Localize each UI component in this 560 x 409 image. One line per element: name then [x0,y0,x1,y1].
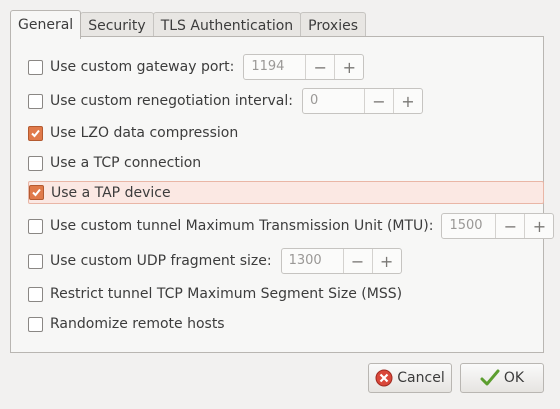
tab-security[interactable]: Security [80,12,154,38]
option-lzo-compression: Use LZO data compression [28,120,238,146]
udp-fragment-checkbox[interactable] [28,253,43,269]
renegotiation-input[interactable]: 0 [303,89,365,113]
ok-button[interactable]: OK [460,363,544,393]
cancel-button[interactable]: Cancel [368,363,452,393]
option-gateway-port: Use custom gateway port: 1194 − + [28,54,365,80]
renegotiation-checkbox[interactable] [28,93,43,109]
gateway-port-stepper[interactable]: 1194 − + [243,54,365,80]
option-restrict-mss: Restrict tunnel TCP Maximum Segment Size… [28,281,402,307]
option-udp-fragment: Use custom UDP fragment size: 1300 − + [28,248,402,274]
renegotiation-decrement-button[interactable]: − [365,89,393,113]
gateway-port-decrement-button[interactable]: − [306,55,334,79]
cancel-label: Cancel [397,370,445,386]
mss-label: Restrict tunnel TCP Maximum Segment Size… [50,286,403,302]
tap-checkbox[interactable] [29,185,44,200]
mtu-checkbox[interactable] [28,218,43,234]
general-panel: Use custom gateway port: 1194 − + Use cu… [10,36,555,353]
udp-fragment-increment-button[interactable]: + [371,249,401,273]
mss-checkbox[interactable] [28,286,43,302]
gateway-port-input[interactable]: 1194 [244,55,307,79]
renegotiation-increment-button[interactable]: + [392,89,422,113]
renegotiation-stepper[interactable]: 0 − + [301,88,423,114]
cancel-icon [375,369,393,387]
option-tcp-connection: Use a TCP connection [28,150,201,176]
randomize-label: Randomize remote hosts [50,316,225,332]
mtu-increment-button[interactable]: + [524,214,553,238]
tab-tls-authentication[interactable]: TLS Authentication [152,12,302,38]
tab-bar: General Security TLS Authentication Prox… [10,10,367,39]
option-randomize-hosts: Randomize remote hosts [28,311,225,337]
mtu-stepper[interactable]: 1500 − + [441,213,555,239]
mtu-input[interactable]: 1500 [442,214,497,238]
checkmark-icon [480,369,500,387]
mtu-label: Use custom tunnel Maximum Transmission U… [50,218,434,234]
option-mtu: Use custom tunnel Maximum Transmission U… [28,213,555,239]
udp-fragment-stepper[interactable]: 1300 − + [280,248,402,274]
udp-fragment-input[interactable]: 1300 [282,249,344,273]
lzo-checkbox[interactable] [28,125,43,141]
option-renegotiation-interval: Use custom renegotiation interval: 0 − + [28,88,423,114]
mtu-decrement-button[interactable]: − [496,214,524,238]
randomize-checkbox[interactable] [28,316,43,332]
tcp-checkbox[interactable] [28,155,43,171]
tab-proxies[interactable]: Proxies [300,12,367,38]
tab-general[interactable]: General [10,10,82,39]
udp-fragment-decrement-button[interactable]: − [344,249,372,273]
ok-label: OK [503,370,525,386]
option-tap-device: Use a TAP device [28,181,544,204]
udp-fragment-label: Use custom UDP fragment size: [50,253,272,269]
tcp-label: Use a TCP connection [50,155,202,171]
renegotiation-label: Use custom renegotiation interval: [50,93,293,109]
lzo-label: Use LZO data compression [50,125,239,141]
gateway-port-label: Use custom gateway port: [50,59,235,75]
gateway-port-increment-button[interactable]: + [334,55,363,79]
gateway-port-checkbox[interactable] [28,59,43,75]
tap-label: Use a TAP device [51,184,171,201]
